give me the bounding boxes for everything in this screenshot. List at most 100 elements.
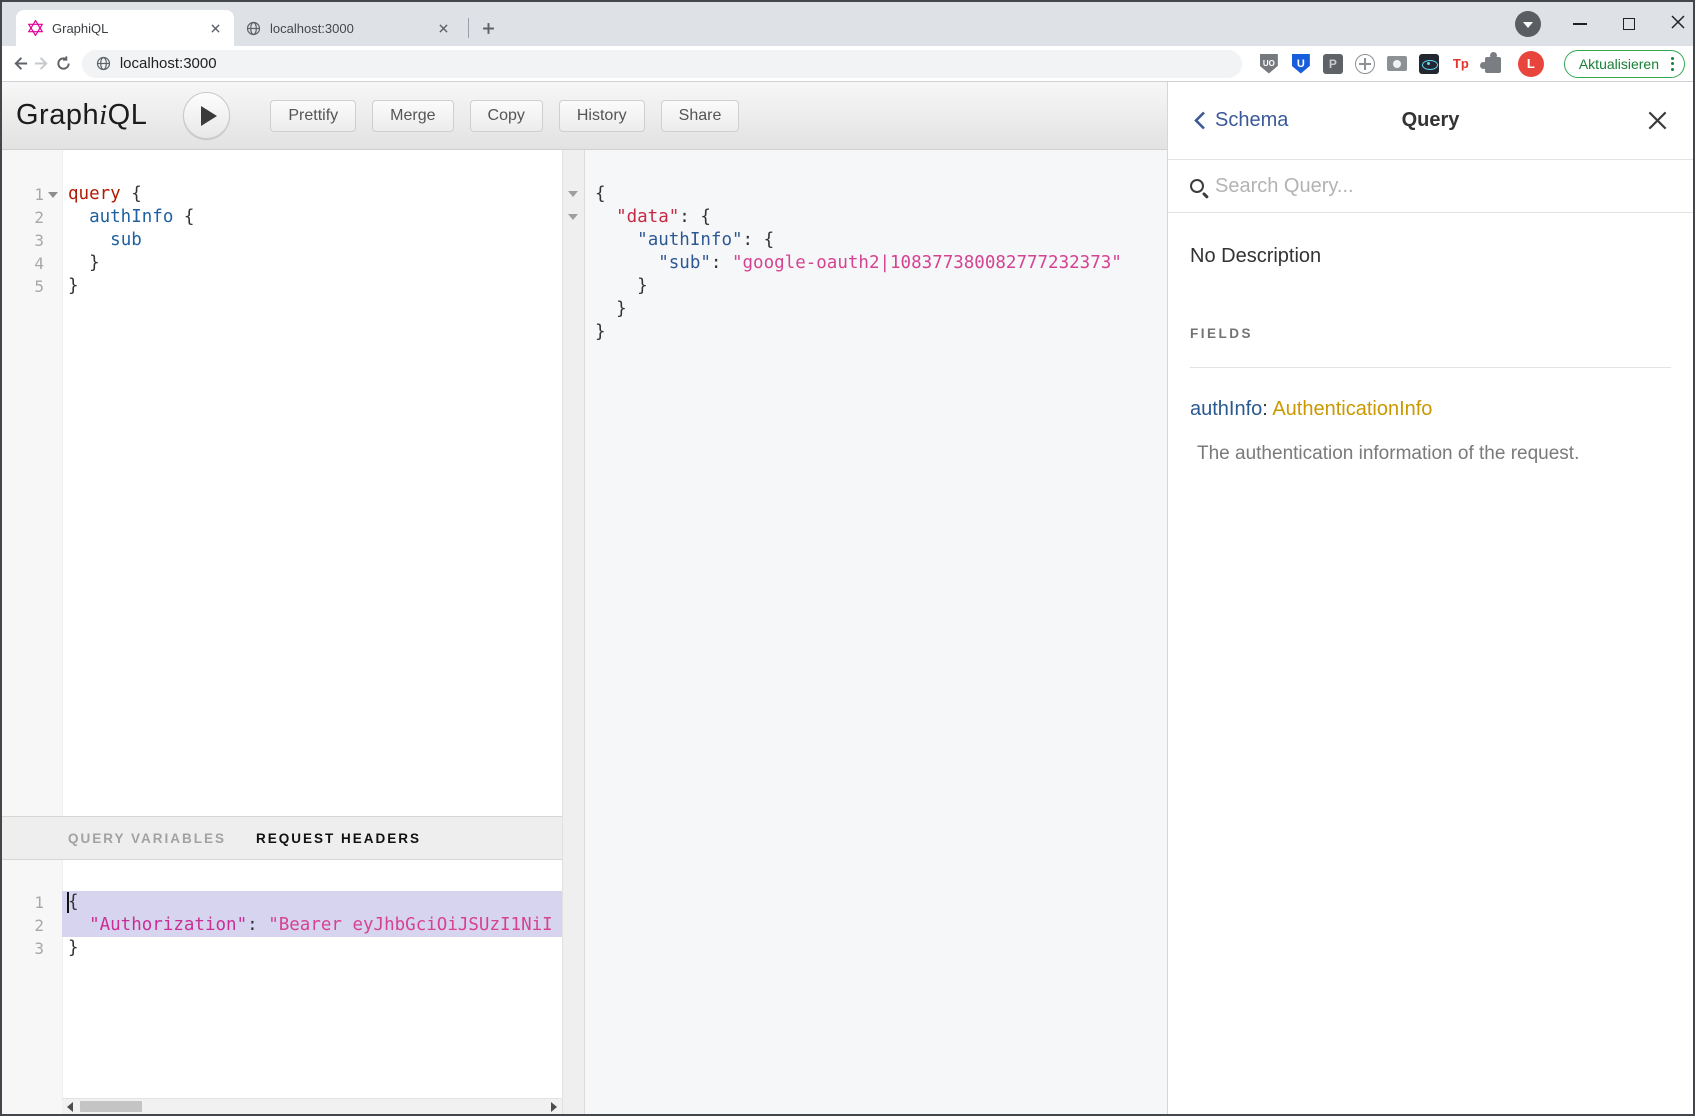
code-line: 2 "Authorization": "Bearer eyJhbGciOiJSU… [2, 914, 562, 937]
tab-close-icon[interactable] [434, 19, 452, 37]
react-devtools-icon[interactable] [1418, 53, 1440, 75]
doc-field-name-link[interactable]: authInfo [1190, 398, 1262, 420]
toolbar-button-copy[interactable]: Copy [470, 100, 543, 132]
code-token: : { [679, 207, 711, 227]
scroll-left-icon[interactable] [62, 1099, 78, 1115]
profile-avatar[interactable]: L [1518, 51, 1544, 77]
p-square-icon[interactable]: P [1322, 53, 1344, 75]
code-text: query { [62, 183, 562, 206]
tab-title: localhost:3000 [270, 21, 434, 36]
update-extension-button[interactable]: Aktualisieren [1564, 50, 1685, 78]
scrollbar-track[interactable] [78, 1099, 546, 1114]
line-number: 1 [2, 891, 44, 914]
doc-fields-label: FIELDS [1190, 326, 1671, 341]
doc-field-row: authInfo: AuthenticationInfo [1190, 398, 1671, 421]
toolbar-button-prettify[interactable]: Prettify [270, 100, 356, 132]
doc-close-button[interactable] [1645, 109, 1669, 133]
code-token: "authInfo" [637, 230, 742, 250]
line-number: 3 [2, 937, 44, 960]
tab-graphiql[interactable]: GraphiQL [16, 10, 234, 46]
code-text: "Authorization": "Bearer eyJhbGciOiJSUzI… [62, 914, 562, 937]
result-line: } [563, 275, 1167, 298]
minimize-button[interactable] [1573, 23, 1587, 25]
ublock-shield-icon[interactable]: UO [1258, 53, 1280, 75]
toolbar-button-merge[interactable]: Merge [372, 100, 453, 132]
code-token: : [711, 253, 732, 273]
tab-request-headers[interactable]: REQUEST HEADERS [256, 831, 421, 846]
code-token [68, 230, 110, 250]
close-icon [1648, 111, 1667, 130]
globe-icon [96, 56, 111, 71]
result-line: "data": { [563, 206, 1167, 229]
close-window-button[interactable] [1671, 15, 1685, 34]
crosshair-icon[interactable] [1354, 53, 1376, 75]
scrollbar-thumb[interactable] [80, 1101, 142, 1112]
update-button-label: Aktualisieren [1579, 56, 1659, 72]
line-number: 5 [2, 275, 44, 298]
doc-back-label: Schema [1215, 109, 1288, 132]
kebab-menu-icon[interactable] [1669, 55, 1676, 73]
code-text: } [62, 275, 562, 298]
tab-divider [468, 18, 469, 38]
code-token: { [173, 207, 194, 227]
code-token: { [121, 184, 142, 204]
puzzle-extensions-icon[interactable] [1482, 53, 1504, 75]
execute-query-button[interactable] [183, 92, 230, 139]
back-button[interactable] [12, 50, 29, 78]
fold-arrow-icon[interactable] [568, 191, 578, 197]
toolbar-buttons: Prettify Merge Copy History Share [270, 100, 739, 132]
address-bar[interactable]: localhost:3000 [82, 50, 1242, 78]
toolbar-button-history[interactable]: History [559, 100, 645, 132]
chevron-down-bubble-icon[interactable] [1515, 11, 1541, 37]
horizontal-scrollbar[interactable] [62, 1098, 562, 1114]
search-icon [1190, 179, 1204, 193]
graphql-logo-icon [28, 20, 43, 36]
tab-close-icon[interactable] [206, 19, 224, 37]
code-line: 3} [2, 937, 562, 960]
result-line: "authInfo": { [563, 229, 1167, 252]
reload-button[interactable] [55, 50, 72, 78]
code-token: { [68, 892, 79, 912]
code-line: 4 } [2, 252, 562, 275]
line-number: 3 [2, 229, 44, 252]
maximize-button[interactable] [1623, 18, 1635, 30]
tab-localhost[interactable]: localhost:3000 [234, 10, 462, 46]
doc-back-link[interactable]: Schema [1194, 109, 1288, 132]
code-token: } [595, 276, 648, 296]
query-editor[interactable]: 1query {2 authInfo {3 sub4 }5} [2, 150, 562, 816]
code-text: } [62, 937, 562, 960]
tp-icon[interactable]: Tp [1450, 53, 1472, 75]
fold-arrow-icon[interactable] [44, 183, 62, 206]
code-token: "sub" [658, 253, 711, 273]
request-headers-editor[interactable]: 1 {2 "Authorization": "Bearer eyJhbGciOiJ… [2, 860, 562, 1114]
result-line: "sub": "google-oauth2|108377380082777232… [563, 252, 1167, 275]
line-number: 2 [2, 914, 44, 937]
camera-icon[interactable] [1386, 53, 1408, 75]
doc-search-input[interactable] [1215, 175, 1671, 198]
tab-query-variables[interactable]: QUERY VARIABLES [68, 831, 226, 846]
code-token: authInfo [89, 207, 173, 227]
forward-button[interactable] [33, 50, 50, 78]
code-token: sub [110, 230, 142, 250]
code-token [595, 253, 658, 273]
toolbar-button-share[interactable]: Share [661, 100, 740, 132]
code-token [595, 207, 616, 227]
doc-explorer-panel: Schema Query No Description FIELDS authI… [1167, 82, 1693, 1114]
result-viewer: { "data": { "authInfo": { "sub": "google… [562, 150, 1167, 1114]
doc-field-type-link[interactable]: AuthenticationInfo [1272, 398, 1432, 420]
fold-arrow-icon[interactable] [568, 214, 578, 220]
graphiql-app: GraphiQL PrettifyMergeCopyHistoryShare 1… [2, 82, 1167, 1114]
globe-icon [246, 21, 261, 36]
code-token: query [68, 184, 121, 204]
new-tab-button[interactable] [475, 15, 501, 41]
doc-explorer-header: Schema Query [1168, 82, 1693, 160]
bitwarden-shield-icon[interactable]: U [1290, 53, 1312, 75]
secondary-editor-titlebar: QUERY VARIABLES REQUEST HEADERS [2, 816, 562, 860]
line-number: 1 [2, 183, 44, 206]
scroll-right-icon[interactable] [546, 1099, 562, 1115]
fold-slot [44, 914, 62, 937]
line-number: 4 [2, 252, 44, 275]
window-caption-zone [1515, 2, 1685, 46]
code-token [68, 207, 89, 227]
doc-no-description: No Description [1190, 245, 1671, 268]
